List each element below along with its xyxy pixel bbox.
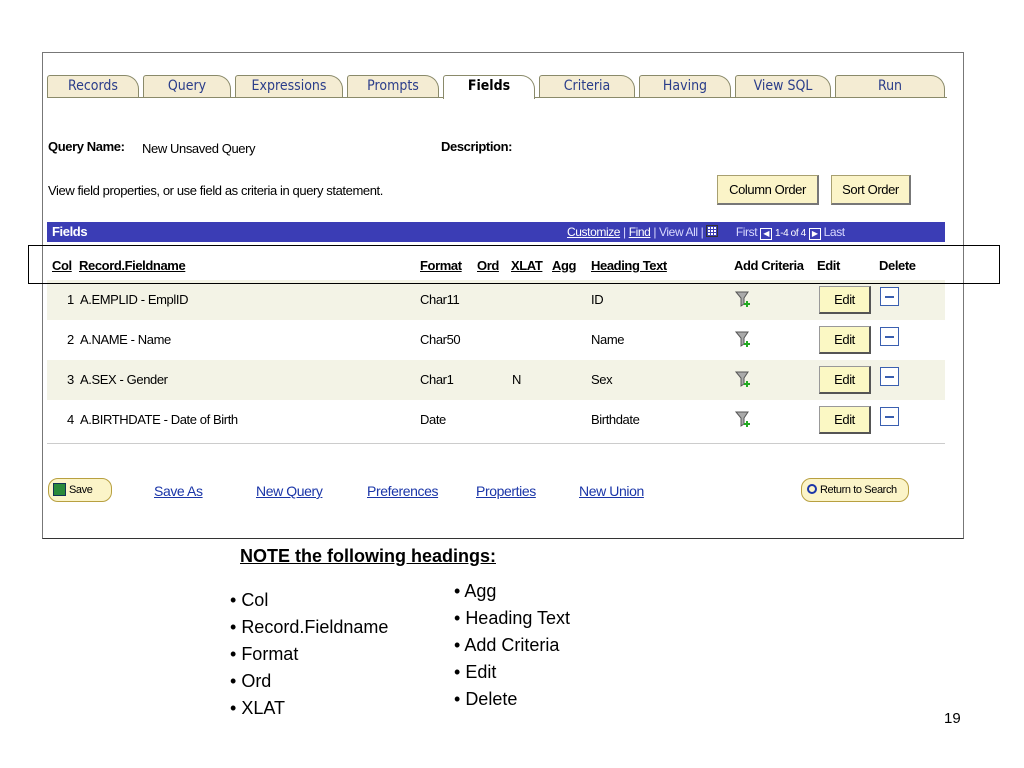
row-format: Char1	[420, 372, 454, 387]
description-label: Description:	[441, 139, 513, 154]
customize-link[interactable]: Customize	[567, 225, 620, 239]
tab-run[interactable]: Run	[835, 75, 945, 97]
add-criteria-funnel-icon[interactable]	[734, 370, 752, 390]
row-format: Char11	[420, 292, 460, 307]
row-fieldname: A.BIRTHDATE - Date of Birth	[80, 412, 238, 427]
edit-button[interactable]: Edit	[819, 326, 871, 354]
bullet-item: • Record.Fieldname	[230, 617, 389, 637]
col-header-col[interactable]: Col	[52, 258, 72, 273]
tab-prompts[interactable]: Prompts	[347, 75, 439, 97]
sort-order-button[interactable]: Sort Order	[831, 175, 911, 205]
row-fieldname: A.EMPLID - EmplID	[80, 292, 189, 307]
edit-button[interactable]: Edit	[819, 366, 871, 394]
last-link[interactable]: Last	[824, 225, 845, 239]
col-header-agg[interactable]: Agg	[552, 258, 576, 273]
row-heading: Name	[591, 332, 625, 347]
bullet-item: • Add Criteria	[454, 635, 560, 655]
note-heading: NOTE the following headings:	[240, 546, 496, 566]
col-header-delete: Delete	[879, 258, 916, 273]
bullet-item: • Heading Text	[454, 608, 571, 628]
return-to-search-label: Return to Search	[820, 484, 897, 496]
table-row: 1 A.EMPLID - EmplID Char11 ID Edit	[47, 280, 945, 320]
bullet-list-left: • Col • Record.Fieldname • Format • Ord …	[230, 587, 388, 722]
bullet-item: • Agg	[454, 581, 497, 601]
edit-button[interactable]: Edit	[819, 286, 871, 314]
save-label: Save	[69, 484, 93, 496]
row-col: 2	[67, 332, 74, 347]
prev-arrow-icon[interactable]: ◀	[760, 228, 773, 240]
row-format: Date	[420, 412, 446, 427]
first-link[interactable]: First	[736, 225, 758, 239]
delete-row-icon[interactable]	[880, 407, 899, 426]
col-header-heading-text[interactable]: Heading Text	[591, 258, 667, 273]
table-row: 2 A.NAME - Name Char50 Name Edit	[47, 320, 945, 360]
tab-bar: Records Query Expressions Prompts Fields…	[47, 75, 947, 99]
tab-expressions[interactable]: Expressions	[235, 75, 343, 97]
delete-row-icon[interactable]	[880, 287, 899, 306]
instruction-text: View field properties, or use field as c…	[48, 183, 383, 198]
grid-toolbar: Customize | Find | View All | First ◀ 1-…	[567, 225, 845, 240]
find-link[interactable]: Find	[629, 225, 651, 239]
col-header-xlat[interactable]: XLAT	[511, 258, 543, 273]
tab-view-sql[interactable]: View SQL	[735, 75, 831, 97]
page-number: 19	[944, 710, 961, 727]
bullet-item: • Ord	[230, 671, 272, 691]
tab-having[interactable]: Having	[639, 75, 731, 97]
row-format: Char50	[420, 332, 461, 347]
bullet-item: • Format	[230, 644, 299, 664]
row-range: 1-4 of 4	[775, 228, 806, 239]
row-heading: Birthdate	[591, 412, 640, 427]
new-query-link[interactable]: New Query	[256, 483, 323, 499]
save-button[interactable]: Save	[48, 478, 112, 502]
edit-button[interactable]: Edit	[819, 406, 871, 434]
properties-link[interactable]: Properties	[476, 483, 536, 499]
row-heading: Sex	[591, 372, 613, 387]
bullet-item: • Delete	[454, 689, 518, 709]
col-header-fieldname[interactable]: Record.Fieldname	[79, 258, 186, 273]
delete-row-icon[interactable]	[880, 367, 899, 386]
tab-fields[interactable]: Fields	[443, 75, 535, 99]
preferences-link[interactable]: Preferences	[367, 483, 438, 499]
bullet-item: • Edit	[454, 662, 497, 682]
column-order-button[interactable]: Column Order	[717, 175, 819, 205]
delete-row-icon[interactable]	[880, 327, 899, 346]
return-to-search-button[interactable]: Return to Search	[801, 478, 909, 502]
row-heading: ID	[591, 292, 604, 307]
magnifier-icon	[807, 484, 817, 494]
row-col: 3	[67, 372, 74, 387]
next-arrow-icon[interactable]: ▶	[808, 228, 821, 240]
query-name-value: New Unsaved Query	[142, 141, 256, 156]
save-disk-icon	[53, 483, 66, 496]
new-union-link[interactable]: New Union	[579, 483, 644, 499]
bullet-list-right: • Agg • Heading Text • Add Criteria • Ed…	[454, 578, 570, 713]
tab-records[interactable]: Records	[47, 75, 139, 97]
table-row: 4 A.BIRTHDATE - Date of Birth Date Birth…	[47, 400, 945, 440]
query-name-label: Query Name:	[48, 139, 125, 154]
add-criteria-funnel-icon[interactable]	[734, 410, 752, 430]
row-fieldname: A.NAME - Name	[80, 332, 171, 347]
row-fieldname: A.SEX - Gender	[80, 372, 168, 387]
tab-criteria[interactable]: Criteria	[539, 75, 635, 97]
download-grid-icon[interactable]	[706, 225, 719, 237]
save-as-link[interactable]: Save As	[154, 483, 203, 499]
bullet-item: • XLAT	[230, 698, 285, 718]
bullet-item: • Col	[230, 590, 269, 610]
col-header-edit: Edit	[817, 258, 840, 273]
tab-query[interactable]: Query	[143, 75, 231, 97]
col-header-add-criteria: Add Criteria	[734, 258, 804, 273]
grid-title: Fields	[52, 224, 88, 239]
fields-grid-header: Fields Customize | Find | View All | Fir…	[47, 222, 945, 242]
table-row: 3 A.SEX - Gender Char1 N Sex Edit	[47, 360, 945, 400]
row-col: 4	[67, 412, 74, 427]
col-header-format[interactable]: Format	[420, 258, 462, 273]
col-header-ord[interactable]: Ord	[477, 258, 499, 273]
row-xlat: N	[512, 372, 521, 387]
grid-bottom-border	[47, 443, 945, 444]
row-col: 1	[67, 292, 74, 307]
add-criteria-funnel-icon[interactable]	[734, 290, 752, 310]
view-all-link[interactable]: View All	[659, 225, 698, 239]
add-criteria-funnel-icon[interactable]	[734, 330, 752, 350]
